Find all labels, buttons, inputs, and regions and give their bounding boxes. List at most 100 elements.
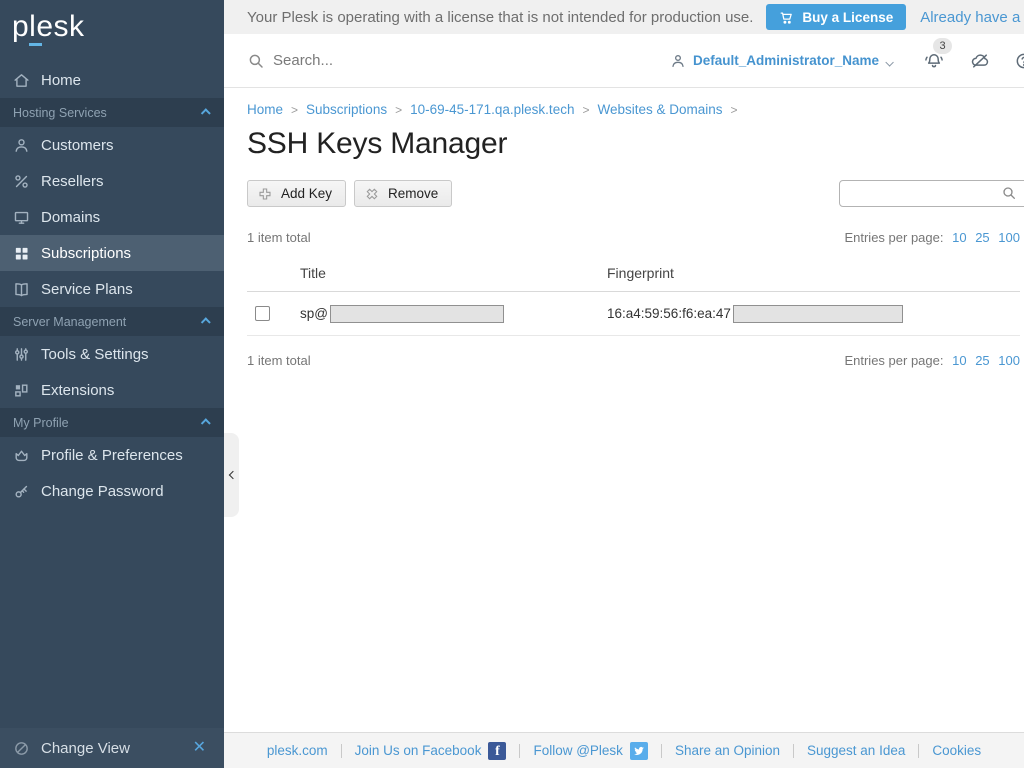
table-row: sp@ 16:a4:59:56:f6:ea:47: [247, 292, 1020, 336]
sidebar-collapse-handle[interactable]: [224, 433, 239, 517]
sidebar-item-label: Subscriptions: [41, 245, 131, 262]
entries-per-page: Entries per page: 10 25 100: [844, 230, 1020, 245]
crown-icon: [13, 447, 30, 464]
page-size-10[interactable]: 10: [952, 353, 966, 368]
close-icon[interactable]: ✕: [193, 740, 206, 756]
footer-divider: [341, 744, 342, 758]
redaction-box: [330, 305, 504, 323]
sidebar-item-change-password[interactable]: Change Password: [0, 473, 224, 509]
breadcrumb-separator: >: [574, 103, 597, 117]
footer-divider: [918, 744, 919, 758]
user-icon: [670, 53, 686, 69]
key-fingerprint-cell: 16:a4:59:56:f6:ea:47: [607, 292, 1020, 336]
sidebar-item-domains[interactable]: Domains: [0, 199, 224, 235]
breadcrumb-separator: >: [387, 103, 410, 117]
notification-badge: 3: [933, 38, 952, 54]
actions-toolbar: Add Key Remove: [247, 180, 1020, 207]
sidebar-item-subscriptions[interactable]: Subscriptions: [0, 235, 224, 271]
footer-link-cookies[interactable]: Cookies: [932, 743, 981, 758]
chevron-down-icon: [885, 58, 893, 66]
bell-icon: [924, 51, 944, 71]
sidebar-section-label: Server Management: [13, 315, 126, 329]
redaction-box: [733, 305, 903, 323]
sidebar-section-label: My Profile: [13, 416, 69, 430]
entries-label: Entries per page:: [844, 353, 943, 368]
sidebar-item-extensions[interactable]: Extensions: [0, 372, 224, 408]
grid-icon: [13, 245, 30, 262]
user-menu[interactable]: Default_Administrator_Name: [670, 53, 894, 69]
already-have-license-link[interactable]: Already have a license?: [920, 9, 1024, 26]
page-size-100[interactable]: 100: [998, 230, 1020, 245]
page-size-100[interactable]: 100: [998, 353, 1020, 368]
footer-link-plesk-com[interactable]: plesk.com: [267, 743, 328, 758]
page-size-25[interactable]: 25: [975, 230, 989, 245]
sidebar-item-home[interactable]: Home: [0, 62, 224, 98]
footer-link-twitter[interactable]: Follow @Plesk: [533, 742, 647, 760]
footer-twitter-label: Follow @Plesk: [533, 743, 622, 758]
breadcrumb-subscription-domain[interactable]: 10-69-45-171.qa.plesk.tech: [410, 102, 574, 117]
add-key-button[interactable]: Add Key: [247, 180, 346, 207]
cart-icon: [779, 10, 794, 25]
footer-divider: [661, 744, 662, 758]
sidebar: plesk Home Hosting Services Customers Re…: [0, 0, 224, 768]
change-view-button[interactable]: Change View ✕: [0, 728, 224, 768]
monitor-icon: [13, 209, 30, 226]
sidebar-item-label: Tools & Settings: [41, 346, 149, 363]
circle-slash-icon: [13, 740, 30, 757]
plesk-logo[interactable]: plesk: [0, 0, 224, 54]
breadcrumb-subscriptions[interactable]: Subscriptions: [306, 102, 387, 117]
main-area: Your Plesk is operating with a license t…: [224, 0, 1024, 768]
sidebar-item-profile-preferences[interactable]: Profile & Preferences: [0, 437, 224, 473]
search-icon: [247, 52, 265, 70]
sidebar-item-label: Domains: [41, 209, 100, 226]
list-search: [839, 180, 1024, 207]
sidebar-section-hosting-services[interactable]: Hosting Services: [0, 98, 224, 127]
cloud-status-button[interactable]: [970, 51, 990, 71]
row-checkbox-cell: [247, 292, 300, 336]
entries-per-page: Entries per page: 10 25 100: [844, 353, 1020, 368]
breadcrumb: Home > Subscriptions > 10-69-45-171.qa.p…: [247, 102, 1020, 117]
breadcrumb-separator: >: [723, 103, 746, 117]
breadcrumb-home[interactable]: Home: [247, 102, 283, 117]
chevron-up-icon: [201, 418, 211, 428]
blocks-icon: [13, 382, 30, 399]
pagination-top: 1 item total Entries per page: 10 25 100: [247, 230, 1020, 245]
sidebar-item-label: Service Plans: [41, 281, 133, 298]
chevron-left-icon: [228, 471, 236, 479]
twitter-icon: [630, 742, 648, 760]
home-icon: [13, 72, 30, 89]
sidebar-item-service-plans[interactable]: Service Plans: [0, 271, 224, 307]
key-title-cell: sp@: [300, 292, 607, 336]
user-area: Default_Administrator_Name 3: [670, 51, 1024, 71]
footer-facebook-label: Join Us on Facebook: [355, 743, 482, 758]
list-search-input[interactable]: [839, 180, 1024, 207]
sidebar-section-server-management[interactable]: Server Management: [0, 307, 224, 336]
buy-license-button[interactable]: Buy a License: [766, 4, 906, 30]
sidebar-item-label: Resellers: [41, 173, 104, 190]
sidebar-section-my-profile[interactable]: My Profile: [0, 408, 224, 437]
breadcrumb-websites-domains[interactable]: Websites & Domains: [597, 102, 722, 117]
global-search: [247, 52, 670, 70]
row-checkbox[interactable]: [255, 306, 270, 321]
search-icon: [1001, 185, 1017, 201]
sidebar-item-tools-settings[interactable]: Tools & Settings: [0, 336, 224, 372]
remove-button[interactable]: Remove: [354, 180, 452, 207]
sidebar-item-customers[interactable]: Customers: [0, 127, 224, 163]
page-content: Home > Subscriptions > 10-69-45-171.qa.p…: [224, 88, 1024, 732]
user-name: Default_Administrator_Name: [693, 53, 879, 68]
footer-link-share-opinion[interactable]: Share an Opinion: [675, 743, 780, 758]
global-search-input[interactable]: [273, 52, 573, 69]
page-size-10[interactable]: 10: [952, 230, 966, 245]
sidebar-item-resellers[interactable]: Resellers: [0, 163, 224, 199]
footer-link-facebook[interactable]: Join Us on Facebook f: [355, 742, 507, 760]
sidebar-item-label: Change Password: [41, 483, 164, 500]
help-button[interactable]: [1014, 51, 1024, 71]
page-size-25[interactable]: 25: [975, 353, 989, 368]
notifications-button[interactable]: 3: [924, 51, 944, 71]
book-icon: [13, 281, 30, 298]
chevron-up-icon: [201, 108, 211, 118]
footer-link-suggest-idea[interactable]: Suggest an Idea: [807, 743, 905, 758]
title-column-header: Title: [300, 257, 607, 292]
select-all-header: [247, 257, 300, 292]
license-banner: Your Plesk is operating with a license t…: [224, 0, 1024, 34]
